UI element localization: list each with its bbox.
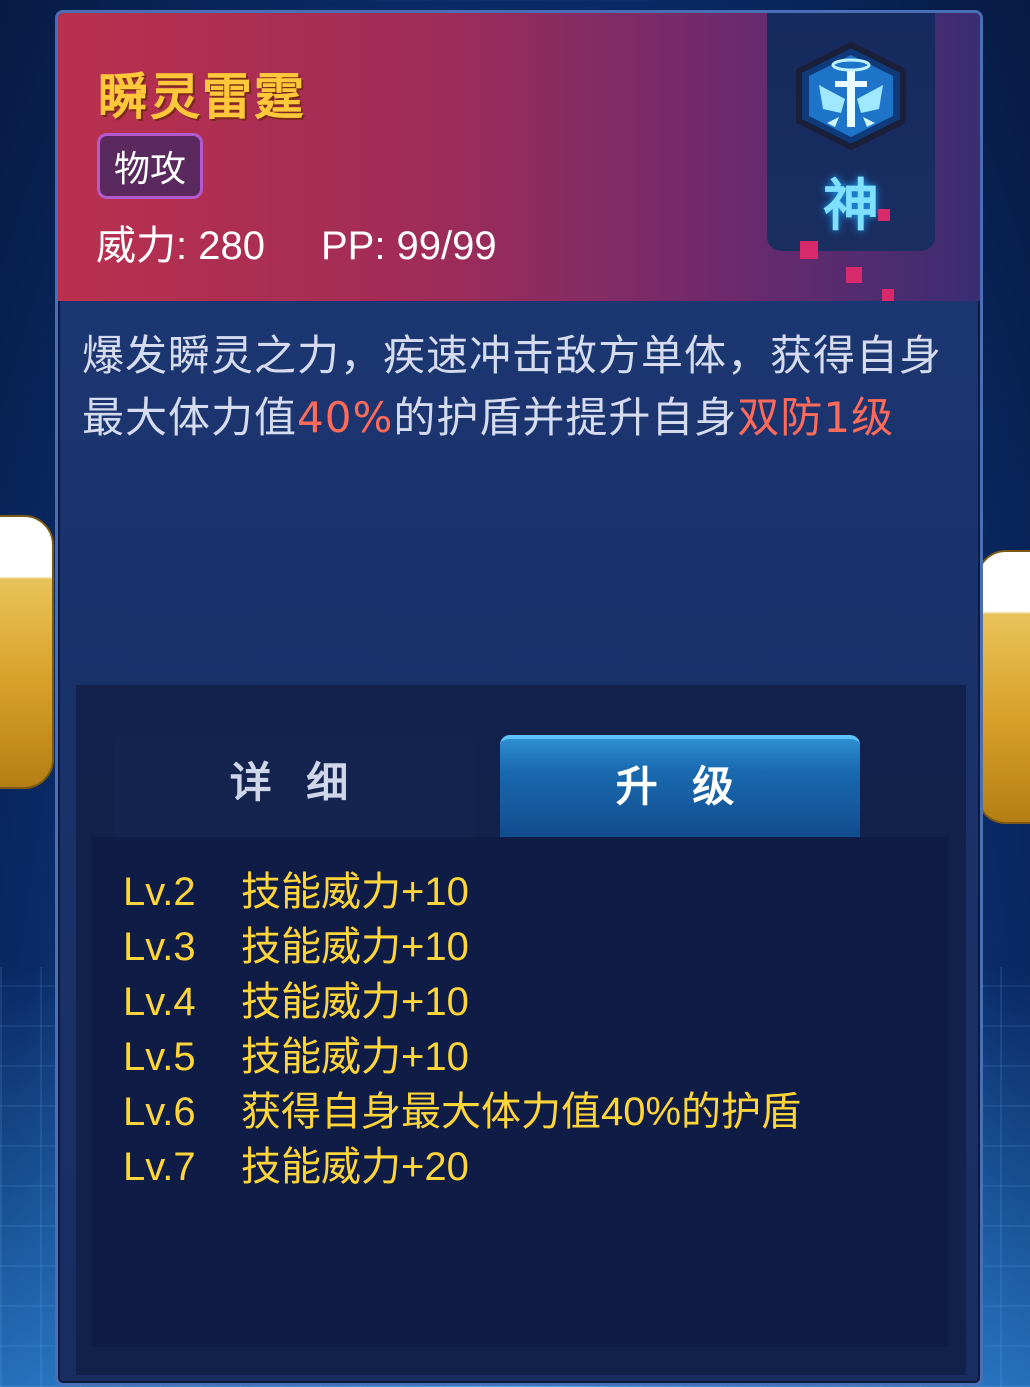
upgrade-effect: 技能威力+10: [241, 1035, 469, 1079]
pp-value: PP: 99/99: [320, 224, 497, 268]
upgrade-item: Lv.7 技能威力+20: [123, 1140, 949, 1195]
skill-header: 瞬灵雷霆 物攻 威力: 280 PP: 99/99 神: [58, 13, 980, 301]
upgrade-level: Lv.7: [123, 1145, 196, 1189]
upgrade-effect: 技能威力+20: [241, 1145, 469, 1189]
description-text: 的护盾并提升自身: [393, 393, 738, 442]
upgrade-level: Lv.4: [123, 980, 196, 1024]
upgrade-effect: 技能威力+10: [241, 870, 469, 914]
upgrade-item: Lv.5 技能威力+10: [123, 1030, 949, 1085]
rank-badge: 神: [767, 13, 935, 251]
tabs-section: 详 细 升 级 Lv.2 技能威力+10 Lv.3 技能威力+10 Lv.4 技能威力…: [76, 685, 966, 1375]
tab-upgrade[interactable]: 升 级: [500, 735, 860, 843]
skill-name: 瞬灵雷霆: [98, 68, 306, 126]
description-highlight-shield: 40%: [297, 393, 394, 442]
decor-pixel: [846, 267, 862, 283]
upgrade-item: Lv.3 技能威力+10: [123, 920, 949, 975]
upgrade-level: Lv.3: [123, 925, 196, 969]
decor-pixel: [800, 241, 818, 259]
decor-pixel: [882, 289, 894, 301]
upgrade-level: Lv.5: [123, 1035, 196, 1079]
upgrade-effect: 技能威力+10: [241, 925, 469, 969]
upgrade-effect: 获得自身最大体力值40%的护盾: [241, 1090, 802, 1134]
upgrade-level: Lv.2: [123, 870, 196, 914]
skill-category-tag: 物攻: [97, 133, 204, 199]
decor-pixel: [878, 209, 890, 221]
upgrade-effect: 技能威力+10: [241, 980, 469, 1024]
upgrade-item: Lv.4 技能威力+10: [123, 975, 949, 1030]
god-rank-emblem-icon: [796, 41, 906, 151]
upgrade-list: Lv.2 技能威力+10 Lv.3 技能威力+10 Lv.4 技能威力+10 Lv.5…: [91, 837, 949, 1347]
rank-label: 神: [823, 174, 879, 239]
upgrade-item: Lv.2 技能威力+10: [123, 865, 949, 920]
power-value: 威力: 280: [96, 224, 265, 268]
right-neighbor-card[interactable]: [976, 550, 1030, 824]
skill-detail-panel: 瞬灵雷霆 物攻 威力: 280 PP: 99/99 神 爆发瞬灵之力，疾速冲击敌方…: [55, 10, 983, 1386]
description-highlight-defense: 双防1级: [737, 393, 895, 442]
upgrade-level: Lv.6: [123, 1090, 196, 1134]
tab-detail[interactable]: 详 细: [114, 735, 474, 839]
skill-description: 爆发瞬灵之力，疾速冲击敌方单体，获得自身最大体力值40%的护盾并提升自身双防1级: [82, 325, 952, 449]
upgrade-item: Lv.6 获得自身最大体力值40%的护盾: [123, 1085, 949, 1140]
skill-stats: 威力: 280 PP: 99/99: [96, 213, 553, 271]
left-neighbor-card[interactable]: [0, 515, 54, 789]
